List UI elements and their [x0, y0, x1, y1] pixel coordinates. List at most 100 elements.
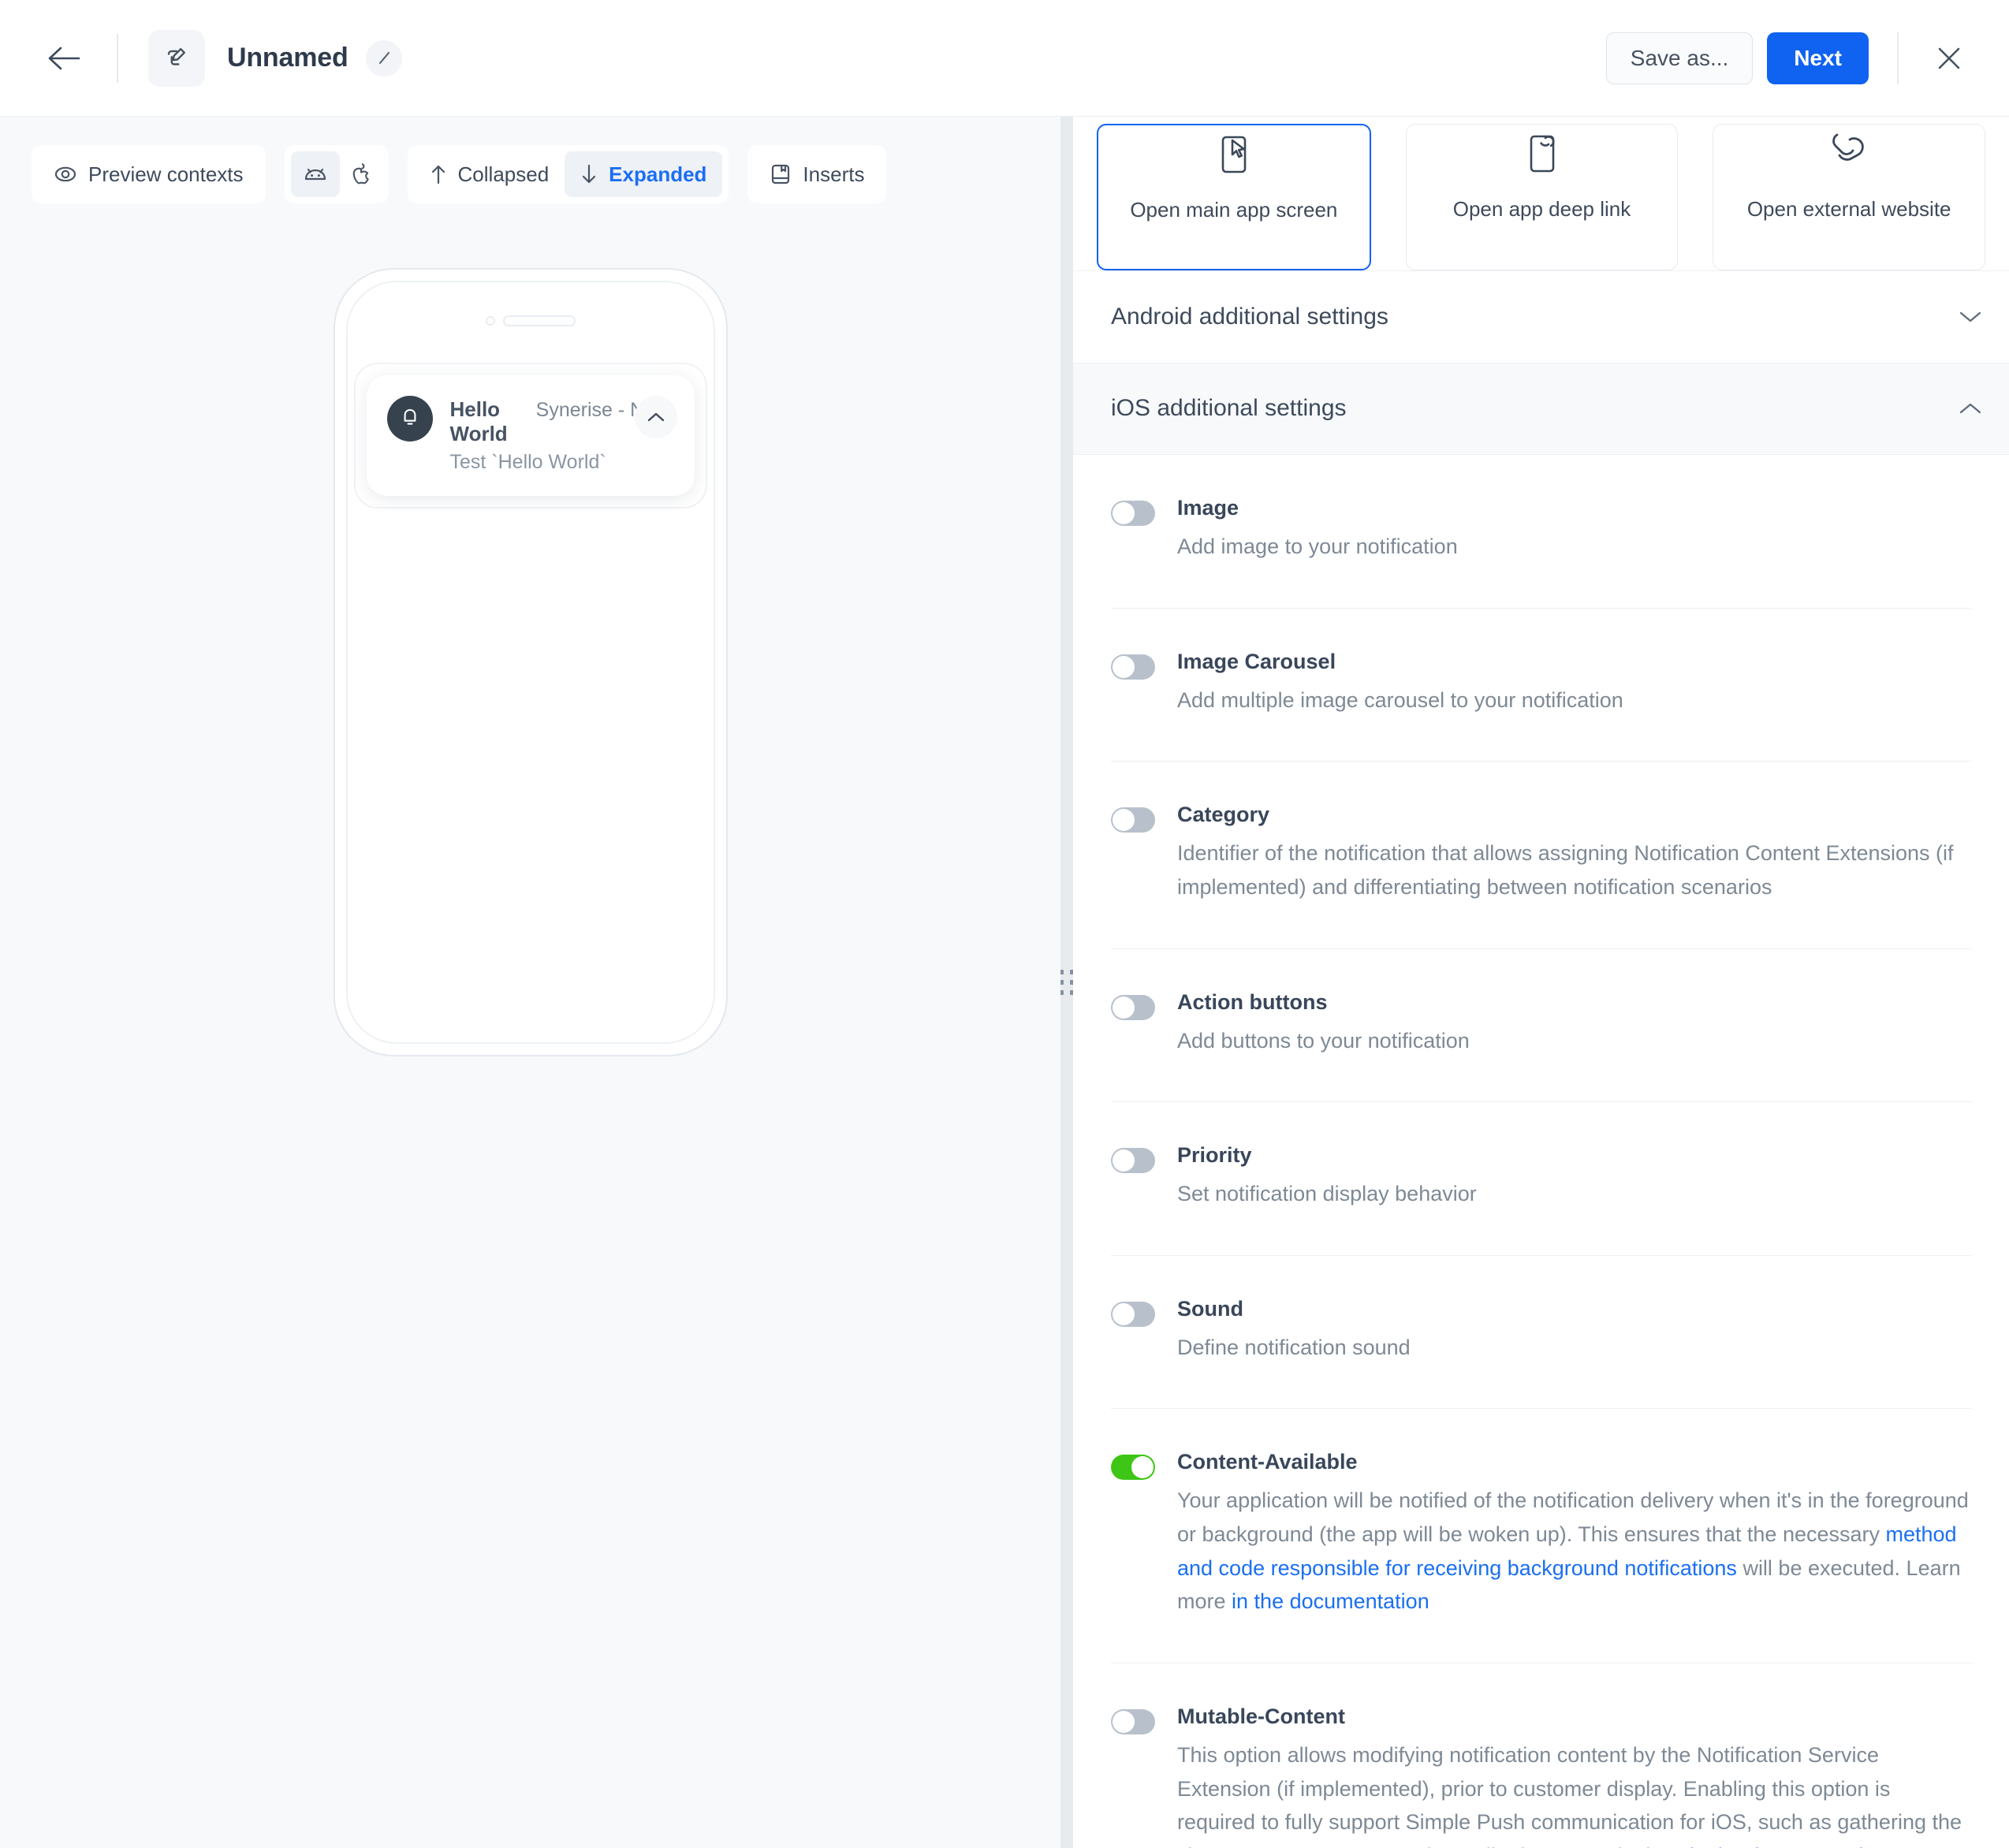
chain-link-icon — [1826, 132, 1872, 183]
setting-title: Sound — [1177, 1296, 1243, 1321]
setting-row: Category Identifier of the notification t… — [1111, 762, 1971, 949]
panel-resize-handle[interactable] — [1059, 117, 1075, 1848]
setting-content: Image Add image to your notification — [1177, 496, 1971, 564]
state-collapsed-button[interactable]: Collapsed — [414, 151, 565, 197]
setting-row: Action buttons Add buttons to your notifi… — [1111, 949, 1971, 1103]
toolbar-divider — [117, 33, 118, 83]
top-bar-actions: Save as... Next — [1605, 32, 1971, 84]
notification-text: Hello World Synerise - Now Test `Hello W… — [449, 396, 670, 474]
document-title: Unnamed — [227, 43, 348, 73]
setting-description-text: Set notification display behavior — [1177, 1182, 1477, 1206]
toggle-knob — [1113, 1302, 1135, 1325]
action-card-label: Open app deep link — [1452, 197, 1631, 222]
arrow-down-icon — [580, 163, 598, 185]
platform-ios-button[interactable] — [340, 151, 382, 197]
camera-dot-icon — [485, 316, 495, 326]
phone-mockup: Hello World Synerise - Now Test `Hello W… — [333, 268, 728, 1056]
setting-row: Sound Define notification sound — [1111, 1256, 1971, 1410]
setting-description-text: Add image to your notification — [1177, 534, 1458, 558]
setting-row: Priority Set notification display behavio… — [1111, 1102, 1971, 1256]
setting-title: Mutable-Content — [1177, 1705, 1345, 1729]
action-card-label: Open main app screen — [1130, 198, 1338, 222]
toggle-knob — [1113, 1149, 1135, 1172]
arrow-up-icon — [430, 163, 447, 185]
setting-content: Sound Define notification sound — [1177, 1297, 1971, 1365]
toggle-category[interactable] — [1111, 807, 1155, 833]
documentation-link[interactable]: in the documentation — [1690, 1844, 1888, 1848]
setting-description-text: Add buttons to your notification — [1177, 1028, 1470, 1053]
accordion-title: iOS additional settings — [1111, 395, 1347, 422]
action-cards-row: Open main app screen Open app deep link — [1073, 117, 2009, 272]
toggle-image-carousel[interactable] — [1111, 654, 1155, 680]
inserts-button[interactable]: Inserts — [754, 151, 880, 197]
setting-description: Your application will be notified of the… — [1177, 1484, 1971, 1619]
setting-description: Define notification sound — [1177, 1331, 1971, 1365]
toggle-mutable-content[interactable] — [1111, 1709, 1155, 1735]
setting-description-text: Identifier of the notification that allo… — [1177, 841, 1954, 899]
platform-group — [284, 145, 389, 203]
setting-description: Identifier of the notification that allo… — [1177, 836, 1971, 904]
toggle-knob — [1113, 996, 1135, 1019]
setting-description: Set notification display behavior — [1177, 1177, 1971, 1211]
notification-slot: Hello World Synerise - Now Test `Hello W… — [353, 363, 707, 509]
close-button[interactable] — [1927, 36, 1971, 80]
chevron-up-icon — [1959, 401, 1982, 416]
next-button[interactable]: Next — [1767, 32, 1869, 84]
phone-cursor-icon — [1213, 133, 1254, 184]
setting-content: Image Carousel Add multiple image carouse… — [1177, 650, 1971, 717]
inserts-label: Inserts — [803, 162, 865, 186]
inserts-group: Inserts — [747, 145, 887, 203]
toggle-action-buttons[interactable] — [1111, 994, 1155, 1020]
accordion-ios-additional-settings[interactable]: iOS additional settings — [1073, 363, 2009, 455]
setting-description-text: This option allows modifying notificatio… — [1177, 1743, 1962, 1848]
push-notification-editor: Unnamed Save as... Next Preview contexts… — [0, 0, 2009, 1848]
chevron-down-icon — [1959, 309, 1982, 325]
toggle-sound[interactable] — [1111, 1301, 1155, 1327]
setting-description-text: Add multiple image carousel to your noti… — [1177, 687, 1623, 712]
setting-title: Image — [1177, 495, 1239, 520]
setting-title: Priority — [1177, 1143, 1252, 1168]
documentation-link[interactable]: in the documentation — [1232, 1589, 1429, 1613]
setting-description: Add multiple image carousel to your noti… — [1177, 684, 1971, 717]
back-button[interactable] — [39, 34, 88, 83]
setting-description: Add image to your notification — [1177, 530, 1971, 564]
action-card-label: Open external website — [1746, 197, 1951, 222]
notification-collapse-button[interactable] — [634, 396, 677, 438]
platform-android-button[interactable] — [290, 151, 340, 197]
setting-title: Image Carousel — [1177, 649, 1336, 673]
phone-link-icon — [1522, 132, 1563, 183]
preview-contexts-button[interactable]: Preview contexts — [38, 151, 259, 197]
toggle-image[interactable] — [1111, 500, 1155, 526]
toggle-knob — [1113, 655, 1135, 678]
eye-icon — [54, 162, 77, 186]
setting-row: Image Add image to your notification — [1111, 455, 1971, 609]
state-expanded-button[interactable]: Expanded — [565, 151, 723, 197]
preview-toolbar: Preview contexts Collapsed Expanded Inse… — [0, 117, 1060, 203]
action-card-open-main-app-screen[interactable]: Open main app screen — [1097, 124, 1371, 271]
apple-icon — [351, 162, 371, 187]
setting-description-text: Define notification sound — [1177, 1335, 1411, 1359]
toggle-knob — [1113, 1711, 1135, 1734]
toggle-knob — [1113, 809, 1135, 832]
action-card-open-external-website[interactable]: Open external website — [1713, 124, 1986, 271]
setting-title: Category — [1177, 803, 1270, 827]
preview-contexts-group: Preview contexts — [32, 145, 266, 203]
toggle-content-available[interactable] — [1111, 1455, 1155, 1481]
setting-content: Mutable-Content This option allows modify… — [1177, 1705, 1971, 1848]
setting-description: This option allows modifying notificatio… — [1177, 1738, 1971, 1848]
save-as-button[interactable]: Save as... — [1605, 32, 1754, 84]
setting-content: Action buttons Add buttons to your notifi… — [1177, 990, 1971, 1058]
chevron-up-icon — [647, 412, 664, 422]
rename-button[interactable] — [365, 39, 402, 76]
bell-icon — [404, 408, 416, 425]
notification-body: Test `Hello World` — [449, 451, 606, 473]
toggle-priority[interactable] — [1111, 1148, 1155, 1174]
action-card-open-app-deep-link[interactable]: Open app deep link — [1405, 124, 1679, 271]
preview-contexts-label: Preview contexts — [88, 162, 244, 186]
notification-preview-card[interactable]: Hello World Synerise - Now Test `Hello W… — [366, 375, 695, 496]
setting-row: Image Carousel Add multiple image carouse… — [1111, 609, 1971, 762]
setting-description: Add buttons to your notification — [1177, 1024, 1971, 1058]
accordion-android-additional-settings[interactable]: Android additional settings — [1073, 271, 2009, 363]
close-icon — [1938, 47, 1960, 69]
setting-content: Content-Available Your application will b… — [1177, 1450, 1971, 1619]
